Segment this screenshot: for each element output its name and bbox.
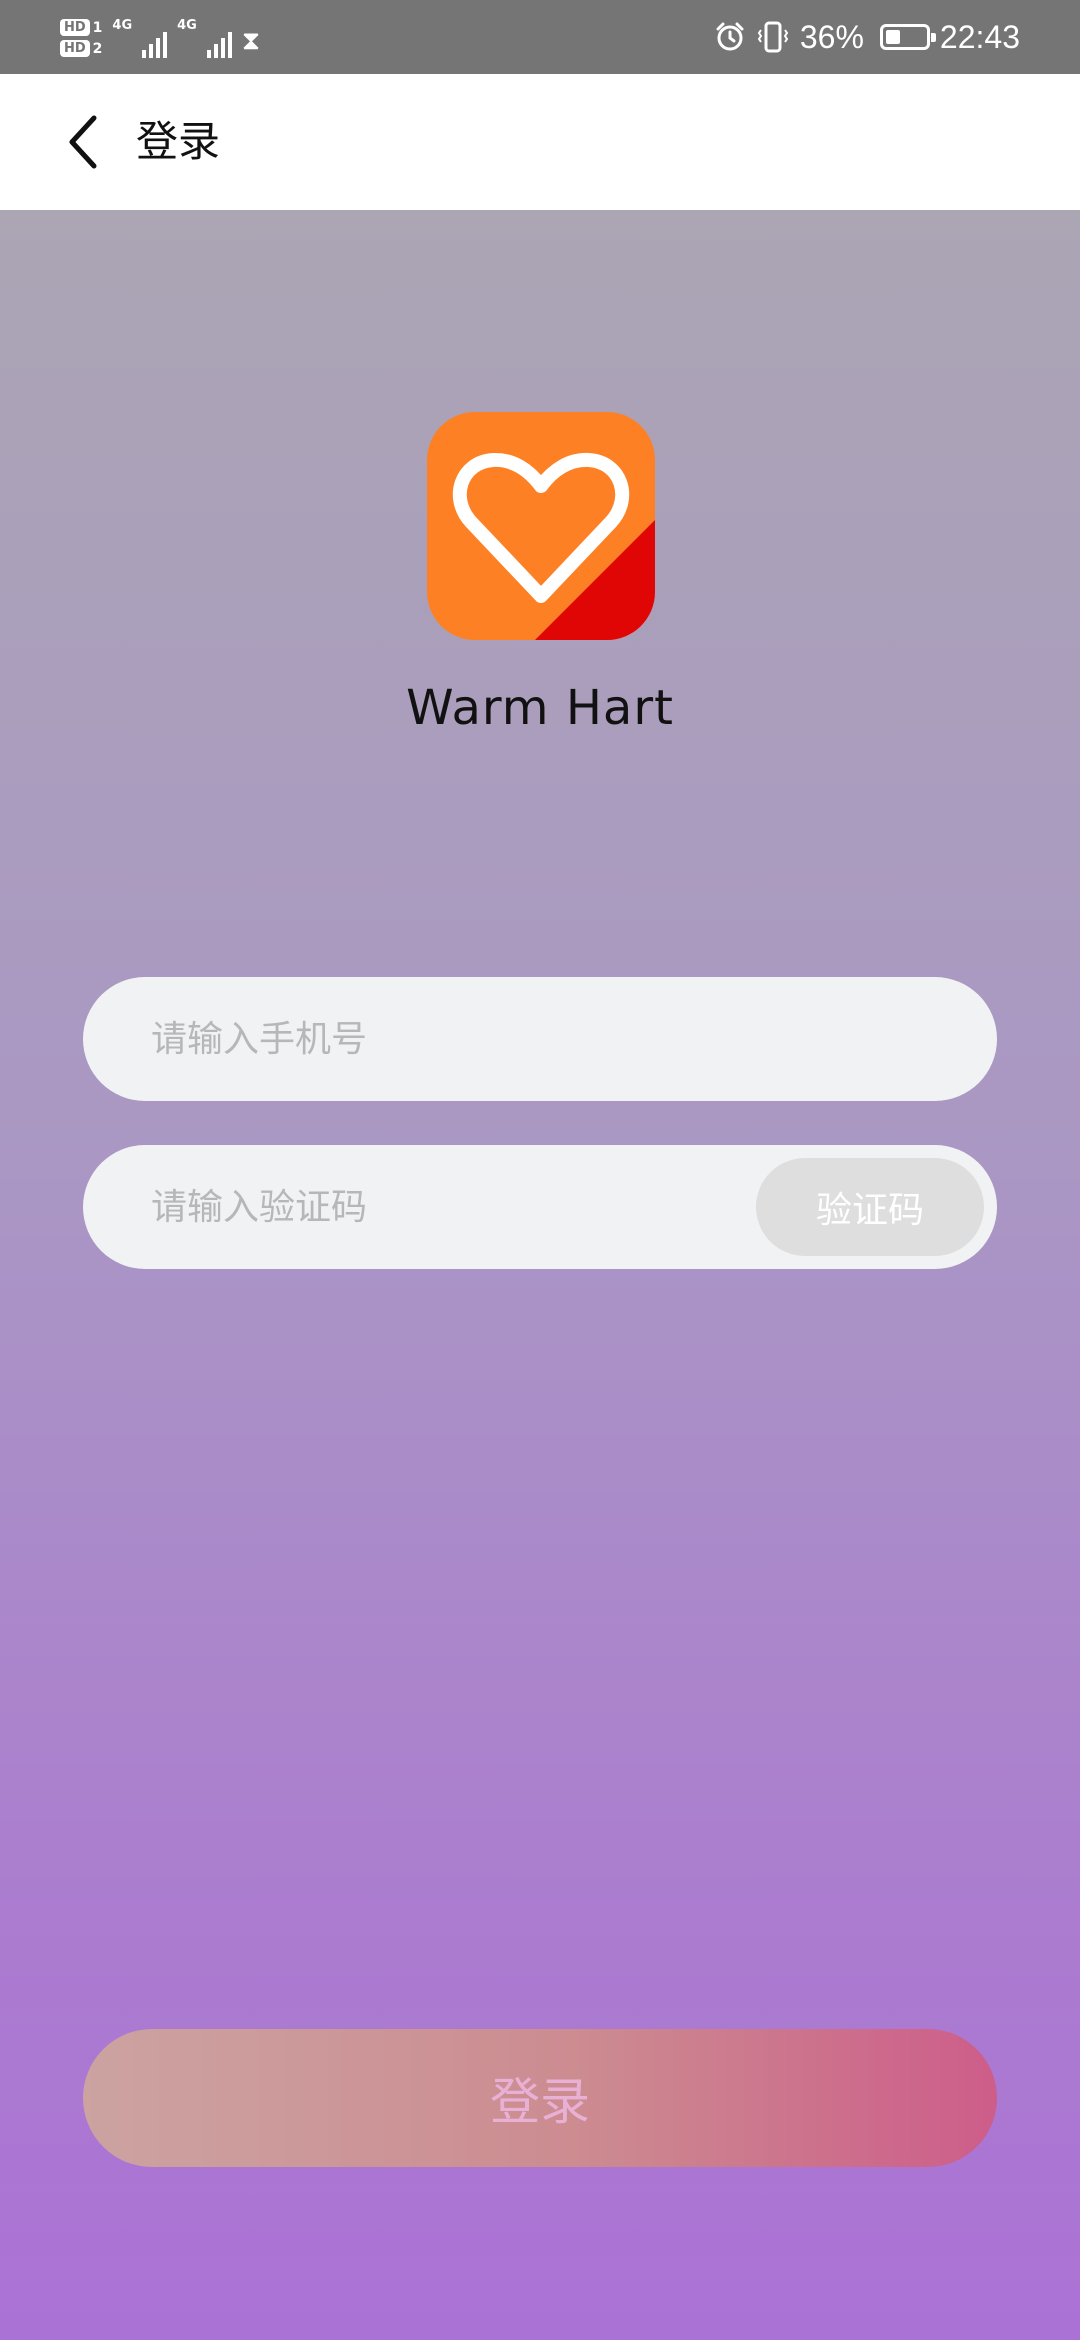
page-title: 登录 bbox=[136, 117, 221, 166]
login-screen: HD 1 HD 2 4G 4G ⧗ 36% 22:43 登录 Warm Hart… bbox=[0, 0, 1080, 2340]
network-type-2: 4G bbox=[177, 18, 197, 33]
clock: 22:43 bbox=[939, 18, 1020, 55]
status-bar-left: HD 1 HD 2 4G 4G ⧗ bbox=[60, 8, 260, 68]
verification-code-input[interactable] bbox=[151, 1145, 711, 1269]
battery-level bbox=[885, 30, 900, 44]
hd-sim-number: 1 bbox=[92, 19, 103, 36]
verification-code-field: 验证码 bbox=[83, 1145, 997, 1269]
hd-badge: HD bbox=[60, 19, 90, 36]
vibrate-icon bbox=[756, 20, 790, 54]
network-type-1: 4G bbox=[112, 18, 133, 33]
login-button[interactable]: 登录 bbox=[83, 2029, 997, 2167]
battery-percent: 36% bbox=[799, 18, 864, 55]
title-bar: 登录 bbox=[0, 74, 1080, 210]
hourglass-icon: ⧗ bbox=[241, 25, 261, 56]
heart-icon bbox=[427, 412, 655, 640]
battery-icon bbox=[879, 24, 936, 50]
login-content: Warm Hart 验证码 登录 bbox=[0, 210, 1080, 2340]
hd-badge: HD bbox=[60, 40, 90, 57]
status-bar: HD 1 HD 2 4G 4G ⧗ 36% 22:43 bbox=[0, 0, 1080, 74]
signal-icon bbox=[142, 28, 168, 58]
app-name: Warm Hart bbox=[406, 680, 674, 736]
hd-indicator-1: HD 1 bbox=[60, 19, 102, 36]
status-bar-right: 36% 22:43 bbox=[714, 0, 1020, 74]
chevron-left-icon bbox=[69, 115, 97, 169]
hd-indicator-2: HD 2 bbox=[60, 40, 102, 57]
phone-input[interactable] bbox=[151, 977, 951, 1101]
app-logo bbox=[427, 412, 655, 640]
alarm-icon bbox=[714, 21, 746, 53]
signal-icon bbox=[206, 28, 232, 58]
back-button[interactable] bbox=[50, 108, 118, 176]
get-code-button[interactable]: 验证码 bbox=[756, 1158, 984, 1256]
hd-sim-number: 2 bbox=[92, 40, 103, 57]
hd-voice-indicators: HD 1 HD 2 bbox=[60, 19, 102, 57]
phone-field bbox=[83, 977, 997, 1101]
